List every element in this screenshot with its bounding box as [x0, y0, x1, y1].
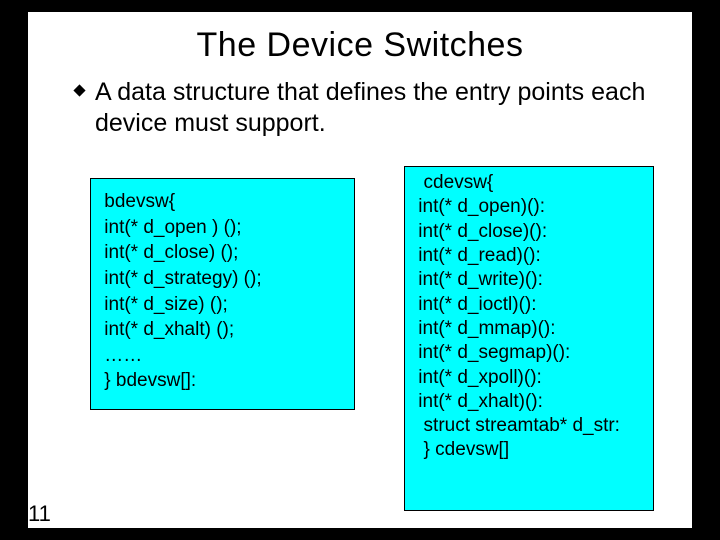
bdevsw-code-box: bdevsw{ int(* d_open ) (); int(* d_close…	[90, 178, 355, 410]
bullet-text: A data structure that defines the entry …	[95, 77, 652, 138]
cdevsw-code-box: cdevsw{ int(* d_open)(): int(* d_close)(…	[404, 166, 654, 511]
diamond-bullet-icon	[72, 83, 87, 98]
slide-stage: The Device Switches A data structure tha…	[0, 0, 720, 540]
slide: The Device Switches A data structure tha…	[28, 12, 692, 528]
bullet-item: A data structure that defines the entry …	[72, 77, 652, 138]
code-area: bdevsw{ int(* d_open ) (); int(* d_close…	[28, 172, 692, 528]
page-number: 11	[28, 501, 51, 527]
slide-title: The Device Switches	[28, 26, 692, 65]
